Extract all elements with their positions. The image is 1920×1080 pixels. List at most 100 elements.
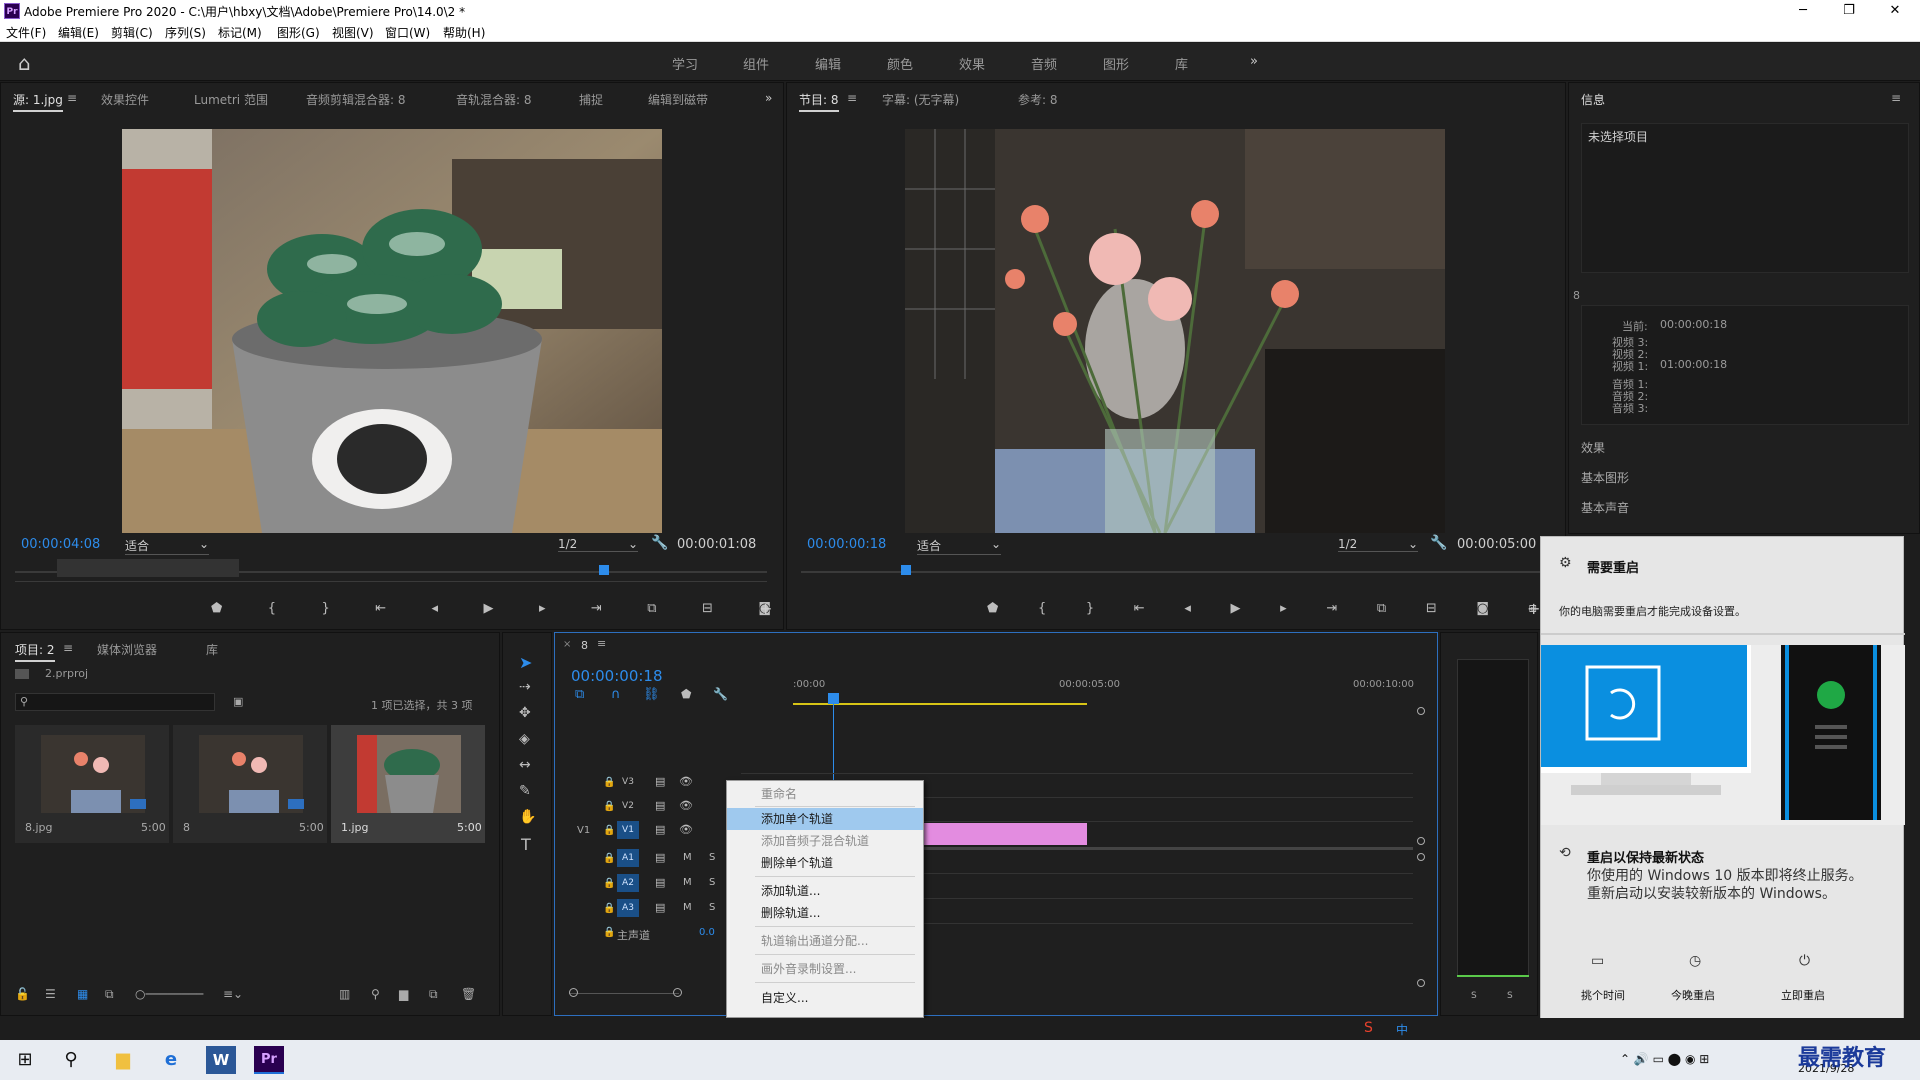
tab-program[interactable]: 节目: 8 <box>799 91 839 112</box>
program-menu-icon[interactable]: ≡ <box>847 91 857 105</box>
solo-button[interactable]: S <box>709 902 715 913</box>
sogou-ime-icon[interactable]: S <box>1364 1020 1373 1036</box>
sync-lock-icon[interactable]: ▤ <box>655 823 665 836</box>
timeline-playhead[interactable] <box>828 693 839 704</box>
marker-icon[interactable]: ⬟ <box>211 601 222 621</box>
eye-icon[interactable]: 👁 <box>679 823 693 836</box>
mark-out-icon[interactable]: } <box>321 601 329 621</box>
program-resolution-dropdown[interactable]: 1/2 ⌄ <box>1338 537 1418 552</box>
menu-edit[interactable]: 编辑(E) <box>58 24 99 41</box>
premiere-taskbar-icon[interactable]: Pr <box>254 1046 284 1074</box>
trash-icon[interactable]: 🗑 <box>461 987 476 1001</box>
menu-sequence[interactable]: 序列(S) <box>165 24 206 41</box>
sync-lock-icon[interactable]: ▤ <box>655 876 665 889</box>
project-menu-icon[interactable]: ≡ <box>63 641 73 655</box>
ripple-edit-tool-icon[interactable]: ✥ <box>519 705 531 721</box>
project-item[interactable]: 8.jpg 5:00 <box>15 725 169 843</box>
tab-captions[interactable]: 字幕: (无字幕) <box>882 91 959 108</box>
mark-in-icon[interactable]: { <box>1038 601 1046 621</box>
vertical-scroll-handle[interactable] <box>1417 837 1425 845</box>
extract-icon[interactable]: ⊟ <box>1426 601 1437 621</box>
selection-tool-icon[interactable]: ➤ <box>519 653 532 672</box>
menu-view[interactable]: 视图(V) <box>332 24 374 41</box>
new-item-icon[interactable]: ⧉ <box>429 987 438 1002</box>
mark-out-icon[interactable]: } <box>1086 601 1094 621</box>
step-back-icon[interactable]: ◂ <box>1184 601 1191 621</box>
home-icon[interactable]: ⌂ <box>18 51 31 75</box>
search-icon[interactable]: ⚲ <box>56 1046 86 1074</box>
list-view-icon[interactable]: ☰ <box>45 987 56 1001</box>
vertical-scroll-handle[interactable] <box>1417 853 1425 861</box>
restart-now-button[interactable]: 立即重启 <box>1781 987 1825 1003</box>
tab-capture[interactable]: 捕捉 <box>579 91 603 108</box>
tab-audio-track-mixer[interactable]: 音轨混合器: 8 <box>456 91 532 108</box>
mark-in-icon[interactable]: { <box>268 601 276 621</box>
menu-clip[interactable]: 剪辑(C) <box>111 24 153 41</box>
wrench-icon[interactable]: 🔧 <box>651 535 668 551</box>
info-menu-icon[interactable]: ≡ <box>1891 91 1901 105</box>
track-v1-target[interactable]: V1 <box>617 821 639 839</box>
menu-track-output-mapping[interactable]: 轨道输出通道分配... <box>727 930 923 952</box>
workspace-assembly[interactable]: 组件 <box>743 54 769 73</box>
sync-lock-icon[interactable]: ▤ <box>655 775 665 788</box>
source-timecode[interactable]: 00:00:04:08 <box>21 537 100 552</box>
menu-customize[interactable]: 自定义... <box>727 987 923 1009</box>
wrench-icon[interactable]: 🔧 <box>1430 535 1447 551</box>
solo-button[interactable]: S <box>709 852 715 863</box>
project-item-selected[interactable]: 1.jpg 5:00 <box>331 725 485 843</box>
lock-icon[interactable]: 🔒 <box>603 801 615 812</box>
type-tool-icon[interactable]: T <box>521 835 531 854</box>
eye-icon[interactable]: 👁 <box>679 775 693 788</box>
track-a2-target[interactable]: A2 <box>617 874 639 892</box>
go-to-in-icon[interactable]: ⇤ <box>1134 601 1145 621</box>
menu-window[interactable]: 窗口(W) <box>385 24 430 41</box>
pick-time-button[interactable]: 挑个时间 <box>1581 987 1625 1003</box>
track-a3-target[interactable]: A3 <box>617 899 639 917</box>
menu-add-tracks[interactable]: 添加轨道... <box>727 880 923 902</box>
hand-tool-icon[interactable]: ✋ <box>519 809 536 825</box>
meter-solo-right[interactable]: S <box>1507 991 1513 1001</box>
mute-button[interactable]: M <box>683 852 692 863</box>
project-search-input[interactable]: ⚲ <box>15 693 215 711</box>
step-forward-icon[interactable]: ▸ <box>539 601 546 621</box>
add-marker-icon[interactable]: ⬟ <box>681 687 691 701</box>
step-forward-icon[interactable]: ▸ <box>1280 601 1287 621</box>
sync-lock-icon[interactable]: ▤ <box>655 901 665 914</box>
lock-icon[interactable]: 🔒 <box>603 825 615 836</box>
menu-add-audio-submix-track[interactable]: 添加音频子混合轨道 <box>727 830 923 852</box>
add-button-icon[interactable]: + <box>1527 599 1540 618</box>
workspace-color[interactable]: 颜色 <box>887 54 913 73</box>
pen-tool-icon[interactable]: ✎ <box>519 783 531 799</box>
menu-marker[interactable]: 标记(M) <box>218 24 262 41</box>
timeline-playhead-line[interactable] <box>833 693 834 793</box>
tab-media-browser[interactable]: 媒体浏览器 <box>97 641 157 658</box>
step-back-icon[interactable]: ◂ <box>432 601 439 621</box>
source-fit-dropdown[interactable]: 适合 ⌄ <box>125 537 209 555</box>
insert-icon[interactable]: ⧉ <box>647 601 656 621</box>
find-icon[interactable]: ⚲ <box>371 987 380 1001</box>
track-a1-target[interactable]: A1 <box>617 849 639 867</box>
maximize-button[interactable]: ❐ <box>1826 0 1872 22</box>
tab-project[interactable]: 项目: 2 <box>15 641 55 662</box>
vertical-scroll-handle[interactable] <box>1417 979 1425 987</box>
menu-delete-tracks[interactable]: 删除轨道... <box>727 902 923 924</box>
tab-reference[interactable]: 参考: 8 <box>1018 91 1058 108</box>
overwrite-icon[interactable]: ⊟ <box>702 601 713 621</box>
workspace-libraries[interactable]: 库 <box>1175 54 1188 73</box>
source-resolution-dropdown[interactable]: 1/2 ⌄ <box>558 537 638 552</box>
essential-graphics-section[interactable]: 基本图形 <box>1581 469 1629 486</box>
tab-source[interactable]: 源: 1.jpg <box>13 91 63 112</box>
source-playhead[interactable] <box>599 565 609 575</box>
word-icon[interactable]: W <box>206 1046 236 1074</box>
menu-file[interactable]: 文件(F) <box>6 24 46 41</box>
lock-icon[interactable]: 🔒 <box>603 903 615 914</box>
play-icon[interactable]: ▶ <box>484 601 494 621</box>
workspace-learn[interactable]: 学习 <box>672 54 698 73</box>
zoom-slider[interactable]: ○──────── <box>135 987 203 1001</box>
new-bin-icon[interactable]: ▆ <box>399 987 408 1001</box>
wrench-icon[interactable]: 🔧 <box>713 687 728 701</box>
mute-button[interactable]: M <box>683 877 692 888</box>
icon-view-icon[interactable]: ▦ <box>77 987 88 1001</box>
lock-icon[interactable]: 🔒 <box>603 878 615 889</box>
lock-icon[interactable]: 🔒 <box>603 927 615 938</box>
